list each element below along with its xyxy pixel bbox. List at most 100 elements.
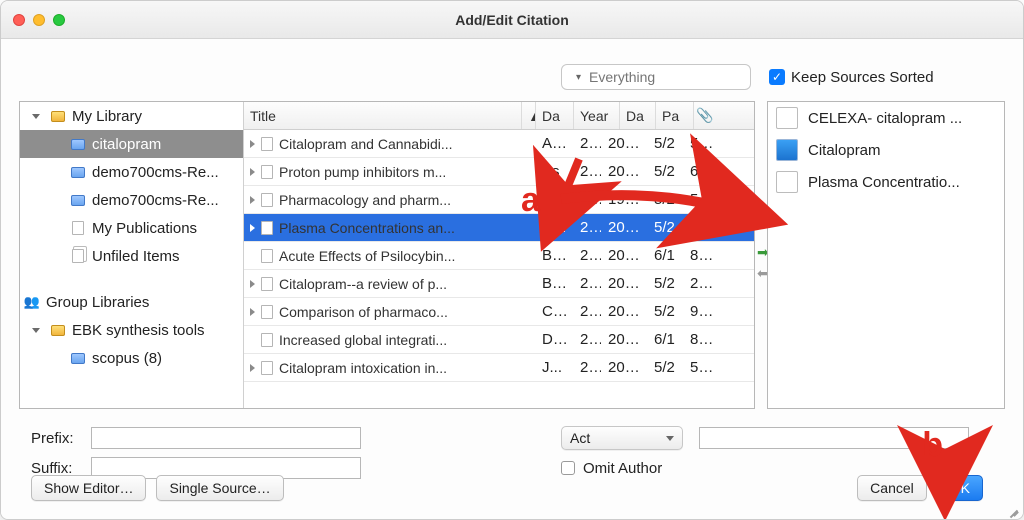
- table-row[interactable]: Proton pump inhibitors m...As2...20225/2…: [244, 158, 754, 186]
- show-editor-button[interactable]: Show Editor…: [31, 475, 146, 501]
- cell-creator: Ba: [536, 191, 574, 208]
- cell-year: 2022: [602, 247, 648, 264]
- col-page[interactable]: Pa: [656, 102, 694, 129]
- table-row[interactable]: Citalopram--a review of p...Bez2...20005…: [244, 270, 754, 298]
- paperclip-icon: 📎: [700, 109, 710, 123]
- cell-creator: Bau: [536, 219, 574, 236]
- disclosure-icon[interactable]: [250, 196, 255, 204]
- prefix-input[interactable]: [91, 427, 361, 449]
- tree-item[interactable]: demo700cms-Re...: [20, 186, 243, 214]
- keep-sources-sorted[interactable]: ✓ Keep Sources Sorted: [769, 69, 934, 86]
- tree-item[interactable]: scopus (8): [20, 344, 243, 372]
- col-year[interactable]: Year: [574, 102, 620, 129]
- cell-year-short: 2...: [574, 247, 602, 264]
- keep-sources-label: Keep Sources Sorted: [791, 69, 934, 86]
- source-item[interactable]: Plasma Concentratio...: [768, 166, 1004, 198]
- cell-creator: Che: [536, 303, 574, 320]
- table-row[interactable]: Increased global integrati...Daw2...2022…: [244, 326, 754, 354]
- suffix-label: Suffix:: [31, 460, 81, 477]
- tree-item[interactable]: My Library: [20, 102, 243, 130]
- cell-year: 2009: [602, 303, 648, 320]
- disclosure-icon[interactable]: [250, 168, 255, 176]
- titlebar: Add/Edit Citation: [1, 1, 1023, 39]
- tree-icon: [70, 249, 86, 263]
- col-sort-icon[interactable]: ▲: [522, 102, 536, 129]
- disclosure-icon[interactable]: [250, 280, 255, 288]
- cell-page: 958: [684, 303, 722, 320]
- omit-author[interactable]: Omit Author: [561, 460, 662, 477]
- cell-date: 5/2: [648, 219, 684, 236]
- chevron-down-icon: [666, 436, 674, 441]
- table-row[interactable]: Pharmacology and pharm...Ba2...19965/25-…: [244, 186, 754, 214]
- item-title: Acute Effects of Psilocybin...: [279, 248, 455, 264]
- disclosure-icon[interactable]: [250, 364, 255, 372]
- cell-page: 552: [684, 359, 722, 376]
- table-row[interactable]: Acute Effects of Psilocybin...Becl2...20…: [244, 242, 754, 270]
- cell-page: 886: [684, 247, 722, 264]
- table-row[interactable]: Citalopram intoxication in...J...2...202…: [244, 354, 754, 382]
- cell-page: 670: [684, 163, 722, 180]
- disclosure-icon[interactable]: [250, 140, 255, 148]
- col-creator-short[interactable]: Da: [536, 102, 574, 129]
- chevron-down-icon[interactable]: ▾: [576, 72, 581, 83]
- tree-item[interactable]: My Publications: [20, 214, 243, 242]
- tree-label: demo700cms-Re...: [92, 164, 219, 181]
- cell-year: 2022: [602, 331, 648, 348]
- item-title: Plasma Concentrations an...: [279, 220, 455, 236]
- citation-form: Prefix: Act Suffix: Omit Author: [31, 423, 1005, 483]
- col-title[interactable]: Title: [244, 102, 522, 129]
- source-item[interactable]: CELEXA- citalopram ...: [768, 102, 1004, 134]
- doc-icon: [261, 305, 273, 319]
- source-item[interactable]: Citalopram: [768, 134, 1004, 166]
- bottom-bar: Show Editor… Single Source… Cancel OK: [31, 475, 993, 501]
- cell-year-short: 2...: [574, 191, 602, 208]
- cell-year: 2020: [602, 359, 648, 376]
- omit-author-label: Omit Author: [583, 460, 662, 477]
- tree-item[interactable]: EBK synthesis tools: [20, 316, 243, 344]
- disclosure-icon[interactable]: [250, 308, 255, 316]
- table-header[interactable]: Title ▲ Da Year Da Pa 📎: [244, 102, 754, 130]
- locator-value: Act: [570, 430, 590, 446]
- tree-label: demo700cms-Re...: [92, 192, 219, 209]
- disclosure-icon[interactable]: [250, 224, 255, 232]
- cell-creator: And: [536, 135, 574, 152]
- ok-button[interactable]: OK: [937, 475, 983, 501]
- checkbox-unchecked-icon[interactable]: [561, 461, 575, 475]
- locator-input[interactable]: [699, 427, 969, 449]
- single-source-button[interactable]: Single Source…: [156, 475, 283, 501]
- checkbox-checked-icon[interactable]: ✓: [769, 69, 785, 85]
- resize-handle[interactable]: [1005, 501, 1019, 515]
- table-row[interactable]: Plasma Concentrations an...Bau2...20215/…: [244, 214, 754, 242]
- table-row[interactable]: Comparison of pharmaco...Che2...20095/29…: [244, 298, 754, 326]
- cell-date: 5/2: [648, 303, 684, 320]
- tree-item[interactable]: demo700cms-Re...: [20, 158, 243, 186]
- tree-icon: [70, 137, 86, 151]
- cancel-button[interactable]: Cancel: [857, 475, 927, 501]
- col-attachment[interactable]: 📎: [694, 102, 722, 129]
- source-icon: [776, 171, 798, 193]
- item-title: Citalopram intoxication in...: [279, 360, 447, 376]
- doc-icon: [261, 277, 273, 291]
- content-area: ▾ ✓ Keep Sources Sorted My Librarycitalo…: [1, 39, 1023, 519]
- item-title: Proton pump inhibitors m...: [279, 164, 446, 180]
- tree-item[interactable]: citalopram: [20, 130, 243, 158]
- selected-sources[interactable]: CELEXA- citalopram ...CitalopramPlasma C…: [767, 101, 1005, 409]
- cell-page: 241: [684, 275, 722, 292]
- table-body[interactable]: Citalopram and Cannabidi...And2...20215/…: [244, 130, 754, 408]
- cell-page: 436: [684, 219, 722, 236]
- tree-item[interactable]: 👥Group Libraries: [20, 288, 243, 316]
- search-input[interactable]: [587, 68, 772, 86]
- table-row[interactable]: Citalopram and Cannabidi...And2...20215/…: [244, 130, 754, 158]
- cell-date: 6/1: [648, 331, 684, 348]
- items-table[interactable]: Title ▲ Da Year Da Pa 📎 Citalopram and C…: [244, 102, 754, 408]
- tree-item[interactable]: Unfiled Items: [20, 242, 243, 270]
- doc-icon: [261, 361, 273, 375]
- cell-page: 525: [684, 135, 722, 152]
- library-tree[interactable]: My Librarycitalopram demo700cms-Re... demo…: [20, 102, 244, 408]
- locator-select[interactable]: Act: [561, 426, 683, 450]
- tree-icon: 👥: [24, 295, 40, 309]
- cell-year: 1996: [602, 191, 648, 208]
- search-field[interactable]: ▾: [561, 64, 751, 90]
- cell-year-short: 2...: [574, 135, 602, 152]
- col-date[interactable]: Da: [620, 102, 656, 129]
